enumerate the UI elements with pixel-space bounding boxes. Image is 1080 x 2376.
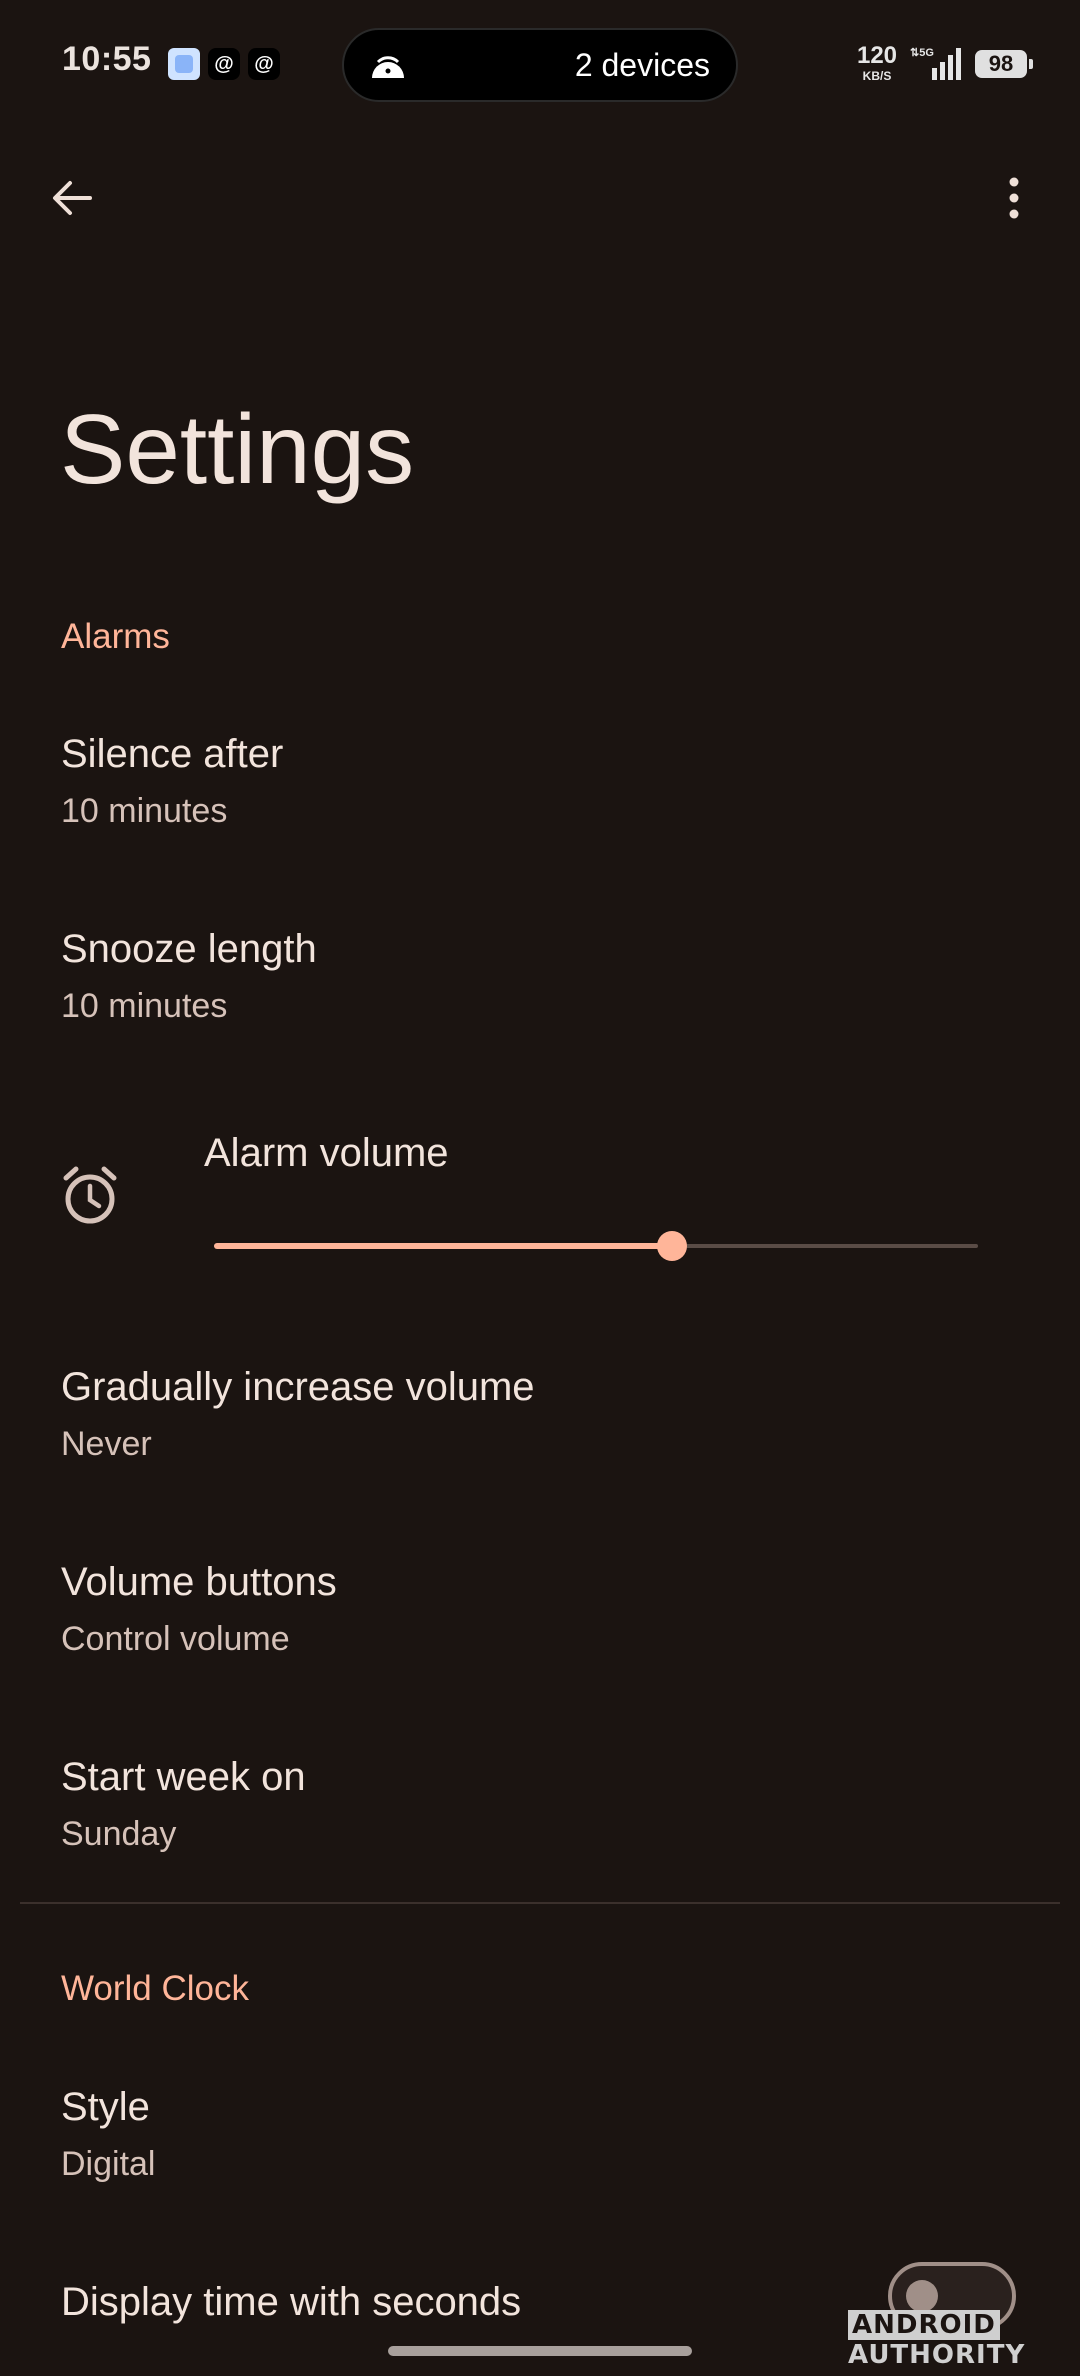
- setting-title: Silence after: [61, 732, 284, 776]
- section-divider: [20, 1902, 1060, 1904]
- section-header-world-clock: World Clock: [61, 1969, 250, 2008]
- setting-style[interactable]: Style Digital: [0, 2085, 1080, 2205]
- watermark-logo: ANDROID AUTHORITY: [848, 2310, 1026, 2370]
- setting-title: Display time with seconds: [61, 2280, 522, 2324]
- alarm-volume-slider[interactable]: [214, 1226, 978, 1266]
- status-bar: 10:55 @ @ 2 devices 120 KB/S ⇅5G 98: [0, 0, 1080, 130]
- setting-title: Gradually increase volume: [61, 1365, 535, 1409]
- more-options-button[interactable]: [982, 166, 1046, 230]
- home-indicator[interactable]: [388, 2346, 692, 2356]
- page-title: Settings: [60, 394, 415, 504]
- setting-volume-buttons[interactable]: Volume buttons Control volume: [0, 1560, 1080, 1680]
- connected-devices-pill[interactable]: 2 devices: [342, 28, 738, 102]
- notification-icons: @ @: [168, 48, 280, 80]
- toggle-knob: [906, 2280, 938, 2312]
- setting-value: Digital: [61, 2145, 156, 2183]
- svg-text:⇅5G: ⇅5G: [910, 47, 934, 59]
- signal-5g-icon: ⇅5G: [910, 47, 961, 80]
- setting-snooze-length[interactable]: Snooze length 10 minutes: [0, 927, 1080, 1047]
- setting-title: Start week on: [61, 1755, 306, 1799]
- slider-fill: [214, 1243, 672, 1249]
- network-speed: 120 KB/S: [856, 42, 898, 83]
- setting-title: Snooze length: [61, 927, 317, 971]
- more-vert-icon: [1009, 177, 1019, 219]
- threads-icon: @: [208, 48, 240, 80]
- status-time: 10:55: [62, 40, 152, 78]
- setting-start-week-on[interactable]: Start week on Sunday: [0, 1755, 1080, 1875]
- setting-value: 10 minutes: [61, 987, 228, 1025]
- devices-count: 2 devices: [574, 47, 710, 83]
- setting-silence-after[interactable]: Silence after 10 minutes: [0, 732, 1080, 852]
- battery-indicator: 98: [975, 50, 1033, 78]
- setting-value: Control volume: [61, 1620, 290, 1658]
- clock-settings-screen: 10:55 @ @ 2 devices 120 KB/S ⇅5G 98 Sett…: [0, 0, 1080, 2376]
- setting-gradually-increase-volume[interactable]: Gradually increase volume Never: [0, 1365, 1080, 1485]
- app-notification-icon: [168, 48, 200, 80]
- threads-icon: @: [248, 48, 280, 80]
- setting-title: Volume buttons: [61, 1560, 337, 1604]
- arrow-back-icon: [53, 181, 92, 215]
- hotspot-icon: [372, 56, 404, 78]
- alarm-clock-icon: [63, 1166, 117, 1224]
- slider-thumb[interactable]: [657, 1231, 687, 1261]
- setting-title: Style: [61, 2085, 150, 2129]
- back-button[interactable]: [40, 166, 104, 230]
- setting-value: 10 minutes: [61, 792, 228, 830]
- alarm-volume-label: Alarm volume: [204, 1131, 449, 1175]
- section-header-alarms: Alarms: [61, 617, 170, 656]
- setting-value: Sunday: [61, 1815, 177, 1853]
- setting-value: Never: [61, 1425, 152, 1463]
